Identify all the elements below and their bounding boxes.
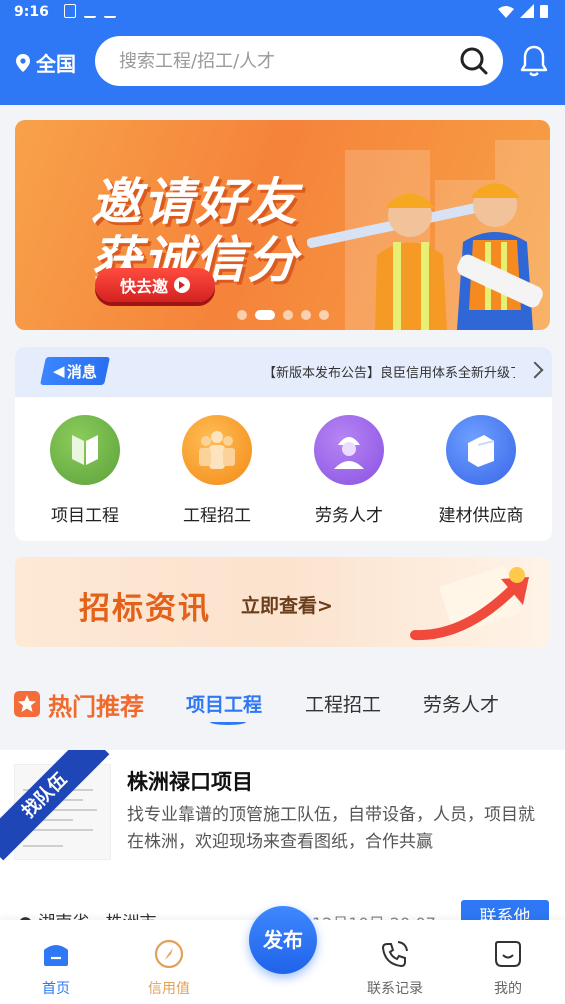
quick-entry-card: ◀ 消息 【新版本发布公告】良臣信用体系全新升级了 项目工程 工程招工 劳务人才…: [15, 347, 552, 541]
tender-info-banner[interactable]: 招标资讯 立即查看>: [15, 557, 550, 647]
category-label: 劳务人才: [315, 506, 383, 526]
invite-button-label: 快去邀: [119, 277, 168, 296]
download-icon: [104, 4, 116, 18]
bell-icon[interactable]: [519, 44, 549, 78]
carousel-dot[interactable]: [283, 310, 293, 320]
nav-home[interactable]: 首页: [16, 938, 96, 998]
hot-recommend-header: 热门推荐 项目工程 工程招工 劳务人才: [14, 685, 554, 725]
download-icon: [84, 4, 96, 18]
nav-label: 我的: [494, 981, 522, 997]
status-bar: 9:16: [14, 2, 554, 22]
project-title[interactable]: 株洲禄口项目: [127, 766, 253, 796]
category-label: 项目工程: [51, 506, 119, 526]
notice-bar[interactable]: ◀ 消息 【新版本发布公告】良臣信用体系全新升级了: [15, 347, 552, 397]
carousel-dot[interactable]: [237, 310, 247, 320]
speaker-icon: ◀: [52, 362, 65, 380]
notice-tag-label: 消息: [67, 362, 98, 381]
nav-credit[interactable]: 信用值: [129, 938, 209, 998]
invite-button[interactable]: 快去邀: [95, 268, 215, 302]
system-status-icons: [498, 4, 548, 18]
battery-icon: [540, 5, 548, 18]
carousel-dot[interactable]: [301, 310, 311, 320]
invite-banner[interactable]: 邀请好友 获诚信分 快去邀: [15, 120, 550, 330]
category-supplier[interactable]: 建材供应商: [426, 415, 536, 526]
tab-recruit[interactable]: 工程招工: [305, 690, 381, 717]
nav-label: 联系记录: [367, 981, 423, 997]
nav-label: 首页: [42, 981, 70, 997]
carousel-dots: [237, 310, 329, 320]
workers-icon: [182, 415, 252, 485]
publish-button[interactable]: 发布: [249, 906, 317, 974]
hot-recommend-title: 热门推荐: [48, 693, 144, 721]
home-icon: [40, 938, 72, 970]
notification-icons: [64, 4, 116, 18]
tender-view-link[interactable]: 立即查看>: [241, 591, 333, 618]
location-pin-icon: [16, 53, 30, 72]
category-label: 建材供应商: [438, 506, 524, 526]
app-notification-icon: [64, 4, 76, 18]
construction-workers-illustration: [306, 183, 543, 330]
search-input[interactable]: [119, 46, 439, 76]
location-label: 全国: [36, 52, 76, 76]
nav-contacts[interactable]: 联系记录: [355, 938, 435, 998]
materials-box-icon: [446, 415, 516, 485]
carousel-dot-active[interactable]: [255, 310, 275, 320]
app-header: 9:16 全国: [0, 0, 565, 105]
smile-icon: [492, 938, 524, 970]
category-recruit[interactable]: 工程招工: [162, 415, 272, 526]
chevron-right-icon[interactable]: [526, 361, 544, 379]
tender-title: 招标资讯: [79, 591, 211, 627]
active-tab-indicator: [210, 719, 246, 725]
notice-tag: ◀ 消息: [40, 357, 110, 385]
wifi-icon: [498, 5, 514, 18]
category-label: 工程招工: [183, 506, 251, 526]
search-bar[interactable]: [95, 36, 503, 86]
project-description: 找专业靠谱的顶管施工队伍，自带设备，人员，项目就在株洲，欢迎现场来查看图纸，合作…: [127, 805, 535, 852]
search-icon[interactable]: [459, 46, 489, 76]
tab-labor[interactable]: 劳务人才: [423, 690, 499, 717]
nav-mine[interactable]: 我的: [468, 938, 548, 998]
location-selector[interactable]: 全国: [16, 48, 76, 77]
category-labor[interactable]: 劳务人才: [294, 415, 404, 526]
rising-arrow-illustration: [410, 566, 529, 641]
status-time: 9:16: [14, 4, 49, 20]
nav-label: 信用值: [148, 981, 190, 997]
project-card[interactable]: 找队伍 株洲禄口项目 找专业靠谱的顶管施工队伍，自带设备，人员，项目就在株洲，欢…: [0, 750, 565, 925]
carousel-dot[interactable]: [319, 310, 329, 320]
signal-icon: [520, 4, 534, 18]
arrow-right-icon: [174, 277, 190, 293]
compass-icon: [153, 938, 185, 970]
project-icon: [50, 415, 120, 485]
notice-message[interactable]: 【新版本发布公告】良臣信用体系全新升级了: [263, 362, 515, 381]
star-icon: [14, 691, 40, 717]
category-project[interactable]: 项目工程: [30, 415, 140, 526]
phone-icon: [379, 938, 411, 970]
tab-project[interactable]: 项目工程: [186, 690, 262, 717]
worker-helmet-icon: [314, 415, 384, 485]
